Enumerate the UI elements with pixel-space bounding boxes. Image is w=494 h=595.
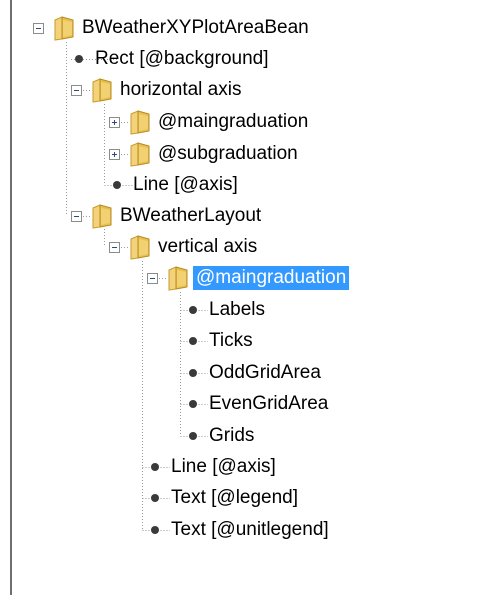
tree-node-line-axis[interactable]: Line [@axis] bbox=[0, 170, 494, 200]
collapse-toggle-icon[interactable] bbox=[71, 211, 82, 222]
tree-node-label[interactable]: Ticks bbox=[206, 329, 256, 353]
tree-node-maingraduation[interactable]: @maingraduation bbox=[0, 263, 494, 293]
collapse-toggle-icon[interactable] bbox=[109, 242, 120, 253]
tree-node-subgraduation[interactable]: @subgraduation bbox=[0, 139, 494, 169]
bullet-icon bbox=[189, 369, 197, 377]
tree-node-label[interactable]: horizontal axis bbox=[117, 78, 244, 102]
bullet-icon bbox=[189, 306, 197, 314]
tree-node-maingraduation[interactable]: @maingraduation bbox=[0, 107, 494, 137]
folder-icon bbox=[130, 235, 150, 260]
collapse-toggle-icon[interactable] bbox=[71, 85, 82, 96]
tree-node-label[interactable]: Text [@legend] bbox=[168, 486, 301, 510]
tree-view[interactable]: BWeatherXYPlotAreaBean Rect [@background]… bbox=[0, 0, 494, 595]
collapse-toggle-icon[interactable] bbox=[33, 23, 44, 34]
folder-icon bbox=[130, 110, 150, 135]
folder-icon bbox=[92, 204, 112, 229]
expand-toggle-icon[interactable] bbox=[109, 117, 120, 128]
tree-node-label[interactable]: OddGridArea bbox=[206, 361, 324, 385]
tree-node-horizontal-axis[interactable]: horizontal axis bbox=[0, 75, 494, 105]
bullet-icon bbox=[189, 400, 197, 408]
folder-icon bbox=[130, 142, 150, 167]
tree-node-label[interactable]: Grids bbox=[206, 424, 257, 448]
bullet-icon bbox=[113, 181, 121, 189]
tree-node-grids[interactable]: Grids bbox=[0, 421, 494, 451]
tree-node-text-unitlegend[interactable]: Text [@unitlegend] bbox=[0, 515, 494, 545]
bullet-icon bbox=[189, 432, 197, 440]
tree-node-rect-background[interactable]: Rect [@background] bbox=[0, 44, 494, 74]
tree-node-label[interactable]: Line [@axis] bbox=[130, 173, 241, 197]
tree-node-label[interactable]: @subgraduation bbox=[155, 142, 301, 166]
tree-node-label[interactable]: Line [@axis] bbox=[168, 455, 279, 479]
tree-node-ticks[interactable]: Ticks bbox=[0, 326, 494, 356]
tree-node-label[interactable]: @maingraduation bbox=[193, 266, 350, 290]
tree-node-label[interactable]: BWeatherXYPlotAreaBean bbox=[79, 16, 312, 40]
tree-node-label[interactable]: EvenGridArea bbox=[206, 392, 331, 416]
bullet-icon bbox=[75, 55, 83, 63]
tree-node-label[interactable]: Rect [@background] bbox=[92, 47, 272, 71]
bullet-icon bbox=[151, 526, 159, 534]
tree-node-label[interactable]: Text [@unitlegend] bbox=[168, 518, 332, 542]
collapse-toggle-icon[interactable] bbox=[147, 273, 158, 284]
tree-node-label[interactable]: Labels bbox=[206, 298, 268, 322]
tree-node-oddgridarea[interactable]: OddGridArea bbox=[0, 358, 494, 388]
folder-icon bbox=[54, 16, 74, 41]
tree-node-text-legend[interactable]: Text [@legend] bbox=[0, 483, 494, 513]
expand-toggle-icon[interactable] bbox=[109, 149, 120, 160]
tree-node-labels[interactable]: Labels bbox=[0, 295, 494, 325]
tree-node-vertical-axis[interactable]: vertical axis bbox=[0, 232, 494, 262]
tree-node-label[interactable]: vertical axis bbox=[155, 235, 260, 259]
tree-node-label[interactable]: @maingraduation bbox=[155, 110, 311, 134]
tree-node-label[interactable]: BWeatherLayout bbox=[117, 204, 264, 228]
tree-node-bweatherlayout[interactable]: BWeatherLayout bbox=[0, 201, 494, 231]
tree-node-evengridarea[interactable]: EvenGridArea bbox=[0, 389, 494, 419]
folder-icon bbox=[92, 78, 112, 103]
tree-node-bweatherxyplotareabean[interactable]: BWeatherXYPlotAreaBean bbox=[0, 13, 494, 43]
tree-node-line-axis[interactable]: Line [@axis] bbox=[0, 452, 494, 482]
bullet-icon bbox=[151, 463, 159, 471]
folder-icon bbox=[168, 266, 188, 291]
bullet-icon bbox=[189, 337, 197, 345]
bullet-icon bbox=[151, 494, 159, 502]
